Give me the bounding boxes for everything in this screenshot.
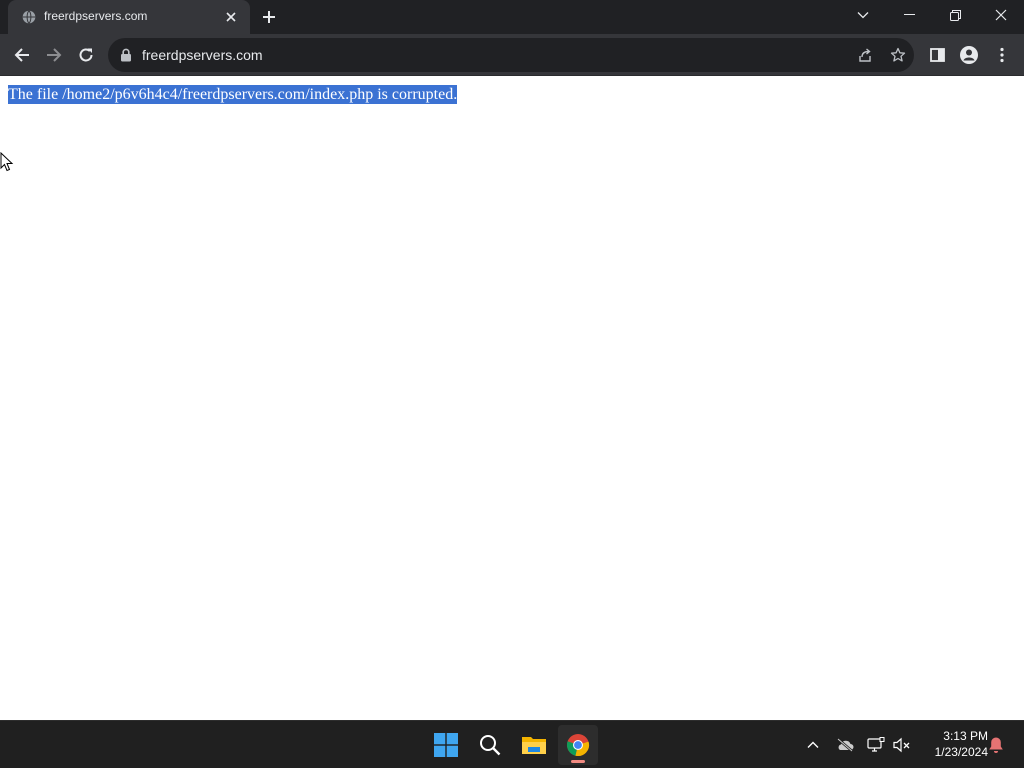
window-close-button[interactable] xyxy=(978,0,1024,30)
taskbar-search-button[interactable] xyxy=(470,725,510,765)
side-panel-icon xyxy=(929,48,945,62)
page-content: The file /home2/p6v6h4c4/freerdpservers.… xyxy=(0,77,1024,720)
file-explorer-button[interactable] xyxy=(514,725,554,765)
tab-search-button[interactable] xyxy=(840,0,886,30)
chrome-icon xyxy=(566,734,590,756)
network-tray-button[interactable] xyxy=(866,735,886,755)
forward-button[interactable] xyxy=(42,43,66,67)
reload-button[interactable] xyxy=(74,43,98,67)
profile-button[interactable] xyxy=(957,43,981,67)
lock-icon[interactable] xyxy=(120,48,132,62)
menu-kebab-icon xyxy=(1000,47,1004,63)
search-icon xyxy=(480,735,501,756)
notification-button[interactable] xyxy=(986,735,1006,755)
reload-icon xyxy=(79,48,93,62)
browser-menu-button[interactable] xyxy=(990,43,1014,67)
error-message[interactable]: The file /home2/p6v6h4c4/freerdpservers.… xyxy=(8,85,458,104)
restore-icon xyxy=(949,9,961,21)
star-icon[interactable] xyxy=(890,47,906,63)
minimize-button[interactable] xyxy=(886,0,932,30)
globe-icon xyxy=(22,10,36,24)
forward-arrow-icon xyxy=(47,48,62,62)
browser-titlebar: freerdpservers.com xyxy=(0,0,1024,34)
taskbar-clock[interactable]: 3:13 PM 1/23/2024 xyxy=(918,728,988,760)
mouse-cursor-icon xyxy=(0,152,14,172)
minimize-icon xyxy=(903,14,915,15)
chrome-taskbar-button[interactable] xyxy=(558,725,598,765)
restore-button[interactable] xyxy=(932,0,978,30)
back-arrow-icon xyxy=(14,48,29,62)
network-icon xyxy=(867,737,885,752)
close-icon xyxy=(995,9,1007,21)
bell-icon xyxy=(989,737,1003,753)
address-bar[interactable]: freerdpservers.com xyxy=(108,38,914,72)
windows-start-icon xyxy=(434,733,458,757)
browser-toolbar: freerdpservers.com xyxy=(0,34,1024,76)
clock-time: 3:13 PM xyxy=(943,729,988,743)
volume-muted-icon xyxy=(893,737,910,753)
plus-icon[interactable] xyxy=(260,8,278,26)
clock-date: 1/23/2024 xyxy=(934,745,988,759)
tab-title: freerdpservers.com xyxy=(44,9,148,23)
close-icon[interactable] xyxy=(224,10,238,24)
chevron-down-icon xyxy=(857,12,869,19)
url-text[interactable]: freerdpservers.com xyxy=(142,47,263,63)
profile-icon xyxy=(960,46,978,64)
tray-overflow-button[interactable] xyxy=(803,735,823,755)
browser-tab[interactable]: freerdpservers.com xyxy=(8,0,250,34)
windows-taskbar: 3:13 PM 1/23/2024 xyxy=(0,720,1024,768)
volume-tray-button[interactable] xyxy=(892,735,912,755)
active-app-indicator xyxy=(571,760,585,763)
chevron-up-icon xyxy=(807,741,819,748)
start-button[interactable] xyxy=(426,725,466,765)
onedrive-tray-button[interactable] xyxy=(835,735,855,755)
onedrive-offline-icon xyxy=(837,738,854,752)
file-explorer-icon xyxy=(522,737,546,754)
share-icon[interactable] xyxy=(857,47,873,63)
side-panel-button[interactable] xyxy=(925,43,949,67)
back-button[interactable] xyxy=(10,43,34,67)
